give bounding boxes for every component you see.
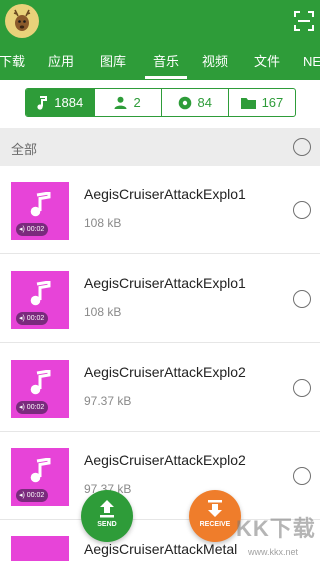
scan-icon[interactable]	[294, 11, 314, 31]
tab-files[interactable]: 文件	[251, 44, 283, 80]
duration-badge: ◂) 00:02	[16, 223, 49, 236]
watermark: KK下载 www.kkx.net	[226, 511, 318, 559]
folder-icon	[240, 97, 256, 109]
list-item[interactable]: ◂) 00:02 AegisCruiserAttackExplo1 108 kB	[0, 255, 320, 343]
tab-music[interactable]: 音乐	[148, 44, 184, 80]
item-title: AegisCruiserAttackMetal	[84, 541, 238, 557]
filter-folders-count: 167	[261, 95, 284, 110]
audio-thumbnail: ◂) 00:02	[11, 271, 69, 329]
send-button[interactable]: SEND	[81, 490, 133, 542]
section-label: 全部	[11, 142, 38, 157]
audio-thumbnail: ◂) 00:02	[11, 448, 69, 506]
item-title: AegisCruiserAttackExplo2	[84, 452, 246, 468]
disc-icon	[178, 96, 191, 109]
item-select-radio[interactable]	[293, 467, 311, 485]
item-title: AegisCruiserAttackExplo1	[84, 186, 246, 202]
duration-badge: ◂) 00:02	[16, 312, 49, 325]
filter-artists[interactable]: 2	[93, 89, 161, 116]
avatar[interactable]	[5, 4, 39, 38]
watermark-url: www.kkx.net	[248, 547, 299, 557]
item-title: AegisCruiserAttackExplo1	[84, 275, 246, 291]
tab-gallery[interactable]: 图库	[97, 44, 129, 80]
tab-video[interactable]: 视频	[199, 44, 231, 80]
duration-badge: ◂) 00:02	[16, 489, 49, 502]
upload-icon	[100, 500, 114, 518]
person-icon	[114, 96, 127, 109]
item-select-radio[interactable]	[293, 290, 311, 308]
item-size: 108 kB	[84, 305, 122, 319]
active-tab-indicator	[145, 76, 187, 79]
item-select-radio[interactable]	[293, 201, 311, 219]
filter-albums[interactable]: 84	[160, 89, 228, 116]
tab-ne[interactable]: NE	[303, 44, 320, 80]
music-note-icon	[30, 370, 51, 395]
download-icon	[208, 500, 222, 517]
music-note-icon	[30, 281, 51, 306]
music-note-icon	[30, 458, 51, 483]
music-note-icon	[30, 192, 51, 217]
audio-thumbnail: ◂) 00:02	[11, 182, 69, 240]
filter-segmented-control: 1884 2 84 167	[25, 88, 296, 117]
list-item[interactable]: ◂) 00:02 AegisCruiserAttackExplo2 97.37 …	[0, 432, 320, 520]
app-header: 下载 应用 图库 音乐 视频 文件 NE	[0, 0, 320, 80]
music-note-icon	[37, 95, 48, 110]
audio-thumbnail	[11, 536, 69, 561]
filter-songs-count: 1884	[54, 95, 84, 110]
filter-albums-count: 84	[197, 95, 212, 110]
tab-apps[interactable]: 应用	[45, 44, 77, 80]
list-item[interactable]: ◂) 00:02 AegisCruiserAttackExplo1 108 kB	[0, 166, 320, 254]
watermark-text: KK下载	[236, 516, 316, 541]
duration-badge: ◂) 00:02	[16, 401, 49, 414]
filter-folders[interactable]: 167	[227, 89, 295, 116]
send-label: SEND	[97, 521, 117, 528]
section-header: 全部	[0, 128, 320, 166]
filter-artists-count: 2	[133, 95, 141, 110]
filter-songs[interactable]: 1884	[26, 89, 94, 116]
item-size: 97.37 kB	[84, 394, 132, 408]
item-size: 108 kB	[84, 216, 122, 230]
tab-download[interactable]: 下载	[0, 44, 26, 80]
list-item[interactable]: ◂) 00:02 AegisCruiserAttackExplo2 97.37 …	[0, 344, 320, 432]
item-title: AegisCruiserAttackExplo2	[84, 364, 246, 380]
audio-thumbnail: ◂) 00:02	[11, 360, 69, 418]
deer-avatar-icon	[13, 9, 31, 31]
select-all-radio[interactable]	[293, 138, 311, 156]
category-tabs: 下载 应用 图库 音乐 视频 文件 NE	[0, 44, 320, 80]
item-select-radio[interactable]	[293, 379, 311, 397]
